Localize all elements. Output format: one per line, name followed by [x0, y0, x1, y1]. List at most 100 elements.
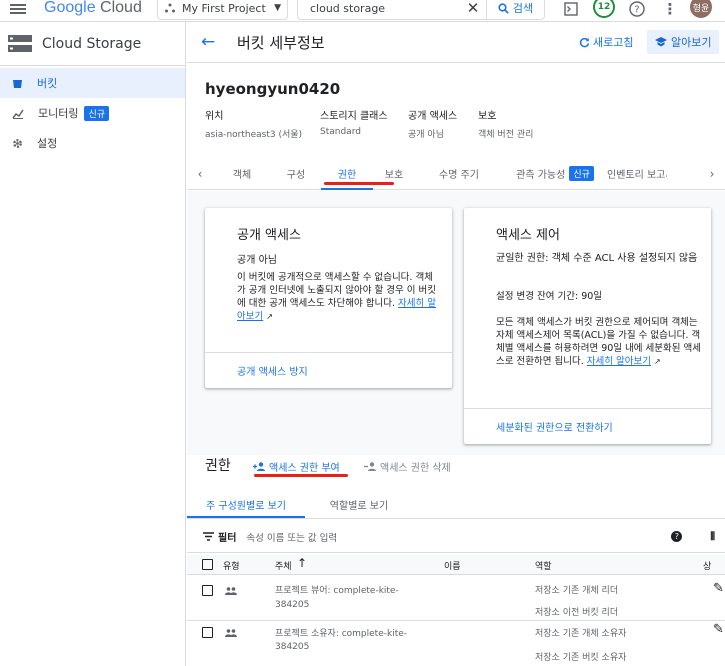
annotation-underline: [254, 474, 348, 477]
sidebar-item-label: 설정: [37, 137, 58, 150]
refresh-icon: [579, 37, 590, 47]
back-arrow-icon[interactable]: ←: [201, 32, 227, 52]
sidebar-item-label: 모니터링: [38, 107, 79, 120]
tab-view-by-principal[interactable]: 주 구성원별로 보기: [187, 491, 305, 518]
bucket-name: hyeongyun0420: [205, 80, 341, 98]
more-vert-icon[interactable]: ⋮: [661, 0, 679, 18]
bucket-icon: [13, 79, 22, 88]
edit-icon[interactable]: ✎: [713, 581, 724, 596]
remove-access-label: 액세스 권한 삭제: [380, 463, 451, 474]
annotation-underline: [324, 182, 394, 185]
tab-configuration[interactable]: 구성: [271, 158, 321, 190]
sort-arrow-icon[interactable]: ↑: [297, 556, 307, 570]
prop-key: 위치: [205, 111, 224, 122]
sidebar-header: Cloud Storage: [0, 22, 185, 66]
refresh-button[interactable]: 새로고침: [579, 34, 633, 50]
prevent-public-access-button[interactable]: 공개 액세스 방지: [205, 352, 452, 388]
public-access-card: 공개 액세스 공개 아님 이 버킷에 공개적으로 액세스할 수 없습니다. 객체…: [205, 208, 452, 388]
project-name: My First Project: [182, 1, 266, 15]
learn-button[interactable]: 알아보기: [647, 30, 720, 54]
tab-scroll-right-icon[interactable]: ›: [699, 167, 725, 181]
project-picker[interactable]: My First Project ▼: [157, 0, 288, 20]
col-principal[interactable]: 주체: [275, 559, 292, 572]
external-link-icon: ↗: [654, 357, 661, 366]
public-status: 공개 아님: [237, 255, 277, 266]
storage-icon: [8, 34, 32, 52]
table-row: 프로젝트 소유자: complete-kite- 384205 저장소 기존 개…: [187, 622, 725, 666]
sidebar-item-buckets[interactable]: 버킷: [0, 68, 185, 98]
prop-storage-class: 스토리지 클래스 Standard: [320, 107, 408, 140]
change-remaining: 설정 변경 잔여 기간: 90일: [496, 291, 603, 302]
card-title: 공개 액세스: [237, 228, 301, 243]
logo-cloud: Cloud: [100, 0, 142, 16]
remove-access-button[interactable]: 액세스 권한 삭제: [364, 459, 451, 474]
search-button[interactable]: 검색: [486, 0, 544, 19]
new-badge: 신규: [569, 166, 594, 181]
public-description: 이 버킷에 공개적으로 액세스할 수 없습니다. 객체가 공개 인터넷에 노출되…: [237, 271, 437, 323]
filter-label: 필터: [218, 533, 237, 544]
learn-more-link[interactable]: 자세히 알아보기: [587, 356, 651, 367]
tab-scroll-left-icon[interactable]: ‹: [187, 167, 213, 181]
role-text: 저장소 이전 버킷 리더: [535, 608, 619, 618]
column-display-icon[interactable]: ⫴: [710, 530, 715, 544]
row-checkbox[interactable]: [202, 585, 213, 596]
gear-icon: [13, 138, 22, 148]
tab-observability-label: 관측 가능성: [516, 170, 566, 181]
table-row: 프로젝트 뷰어: complete-kite- 384205 저장소 기존 개체…: [187, 576, 725, 621]
uniform-access-status: 균일한 권한: 객체 수준 ACL 사용 설정되지 않음: [496, 253, 698, 264]
tab-view-by-role[interactable]: 역할별로 보기: [305, 491, 413, 518]
notifications-badge[interactable]: 12: [593, 0, 615, 18]
prop-value: asia-northeast3 (서울): [205, 130, 303, 140]
col-role[interactable]: 역할: [535, 559, 552, 572]
view-tabs: 주 구성원별로 보기 역할별로 보기: [187, 491, 725, 519]
principal-text: 프로젝트 뷰어: complete-kite-: [275, 586, 399, 596]
switch-fine-grained-button[interactable]: 세분화된 권한으로 전환하기: [464, 408, 711, 444]
help-icon[interactable]: ?: [628, 0, 646, 18]
tab-objects[interactable]: 객체: [213, 158, 271, 190]
col-name[interactable]: 이름: [444, 559, 461, 572]
avatar[interactable]: 형윤: [690, 0, 712, 18]
edit-icon[interactable]: ✎: [713, 622, 724, 637]
col-type[interactable]: 유형: [223, 559, 240, 572]
sidebar-item-settings[interactable]: 설정: [0, 128, 185, 158]
prop-public-access: 공개 액세스 공개 아님: [408, 107, 478, 140]
school-icon: [655, 37, 667, 47]
external-link-icon: ↗: [266, 312, 273, 321]
col-inheritance[interactable]: 상: [703, 559, 711, 572]
select-all-checkbox[interactable]: [202, 559, 213, 570]
search-input[interactable]: cloud storage: [298, 2, 460, 15]
tab-bar: ‹ 객체 구성 권한 보호 수명 주기 관측 가능성 신규 인벤토리 보고서 ›: [187, 158, 725, 190]
grant-access-button[interactable]: 액세스 권한 부여: [253, 459, 340, 474]
sidebar-item-monitoring[interactable]: 모니터링 신규: [0, 98, 185, 128]
row-checkbox[interactable]: [202, 627, 213, 638]
prop-key: 공개 액세스: [408, 111, 458, 122]
svg-text:?: ?: [634, 5, 639, 16]
acl-description: 모든 객체 액세스가 버킷 권한으로 제어되며 객체는 자체 액세스제어 목록(…: [496, 316, 701, 368]
principal-text: 384205: [275, 600, 310, 610]
tab-observability[interactable]: 관측 가능성 신규: [503, 158, 607, 190]
principal-text: 384205: [275, 642, 310, 652]
prop-protection: 보호 객체 버전 관리: [478, 107, 568, 140]
search-icon: [498, 2, 509, 14]
tab-lifecycle[interactable]: 수명 주기: [415, 158, 503, 190]
permissions-title: 권한: [205, 458, 231, 474]
sidebar: Cloud Storage 버킷 모니터링 신규 설정: [0, 22, 186, 666]
access-control-card: 액세스 제어 균일한 권한: 객체 수준 ACL 사용 설정되지 않음 설정 변…: [464, 208, 711, 444]
terminal-icon[interactable]: [562, 0, 580, 18]
menu-icon[interactable]: [10, 2, 26, 16]
prop-location: 위치 asia-northeast3 (서울): [205, 107, 320, 140]
learn-label: 알아보기: [671, 36, 712, 49]
main-content: ← 버킷 세부정보 새로고침 알아보기 hyeongyun0420 위치 asi…: [187, 22, 725, 666]
search-box[interactable]: cloud storage ✕ 검색: [297, 0, 545, 20]
help-icon[interactable]: ?: [671, 531, 683, 542]
google-cloud-logo[interactable]: Google Cloud: [44, 0, 142, 17]
top-bar: Google Cloud My First Project ▼ cloud st…: [0, 0, 725, 22]
card-title: 액세스 제어: [496, 228, 560, 243]
tab-inventory-reports[interactable]: 인벤토리 보고서: [607, 158, 667, 190]
group-icon: [225, 587, 237, 595]
clear-icon[interactable]: ✕: [460, 0, 486, 17]
prop-key: 스토리지 클래스: [320, 111, 388, 122]
principal-text: 프로젝트 소유자: complete-kite-: [275, 629, 408, 639]
role-text: 저장소 기존 버킷 소유자: [535, 653, 627, 663]
filter-input[interactable]: 속성 이름 또는 값 입력: [246, 530, 337, 544]
